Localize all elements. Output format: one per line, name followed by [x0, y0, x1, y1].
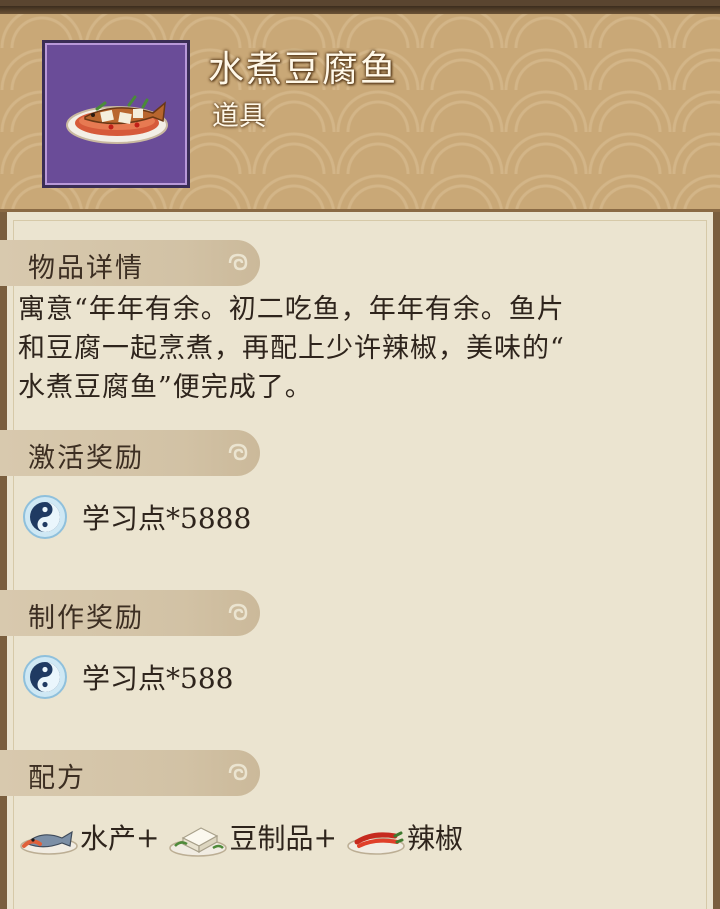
activation-reward-item[interactable]: 学习点*5888 [22, 492, 251, 542]
activation-reward-text: 学习点*5888 [82, 502, 252, 535]
section-tab-details: 物品详情 [0, 240, 260, 286]
crafting-reward-item[interactable]: 学习点*588 [22, 652, 233, 702]
ingredient-label-chili: 辣椒 [406, 822, 463, 855]
scroll-ornament-icon [228, 603, 248, 621]
section-title-crafting-reward: 制作奖励 [28, 603, 144, 634]
seafood-icon[interactable] [18, 816, 80, 858]
item-header: 水煮豆腐鱼 道具 [0, 6, 720, 212]
recipe-ingredients: 水产 + 豆制品 + 辣椒 [18, 812, 463, 862]
plus-sign: + [313, 820, 337, 854]
ingredient-label-tofu: 豆制品 [229, 822, 314, 855]
section-tab-activation-reward: 激活奖励 [0, 430, 260, 476]
header-rim [0, 6, 720, 14]
yin-yang-learning-point-icon [23, 655, 67, 699]
section-title-recipe: 配方 [28, 763, 86, 794]
item-name: 水煮豆腐鱼 [208, 49, 399, 90]
scroll-ornament-icon [228, 253, 248, 271]
item-icon-frame[interactable] [42, 40, 190, 188]
section-tab-recipe: 配方 [0, 750, 260, 796]
tofu-icon[interactable] [167, 816, 229, 858]
section-title-activation-reward: 激活奖励 [28, 443, 144, 474]
section-title-details: 物品详情 [28, 253, 144, 284]
description-line: 和豆腐一起烹煮，再配上少许辣椒，美味的“ [18, 333, 565, 364]
item-category: 道具 [212, 101, 266, 132]
boiled-tofu-fish-dish-icon [66, 95, 168, 144]
section-tab-crafting-reward: 制作奖励 [0, 590, 260, 636]
description-line: 水煮豆腐鱼”便完成了。 [18, 372, 313, 403]
yin-yang-learning-point-icon [23, 495, 67, 539]
crafting-reward-text: 学习点*588 [82, 662, 234, 695]
chili-pepper-icon[interactable] [345, 816, 407, 858]
scroll-ornament-icon [228, 763, 248, 781]
scroll-ornament-icon [228, 443, 248, 461]
item-detail-panel: 水煮豆腐鱼 道具 物品详情 寓意“年年有余。初二吃鱼，年年有余。鱼片 和豆腐一起… [0, 0, 720, 909]
ingredient-label-seafood: 水产 [80, 822, 137, 855]
plus-sign: + [136, 820, 160, 854]
description-line: 寓意“年年有余。初二吃鱼，年年有余。鱼片 [18, 294, 565, 325]
item-description: 寓意“年年有余。初二吃鱼，年年有余。鱼片 和豆腐一起烹煮，再配上少许辣椒，美味的… [18, 290, 702, 407]
